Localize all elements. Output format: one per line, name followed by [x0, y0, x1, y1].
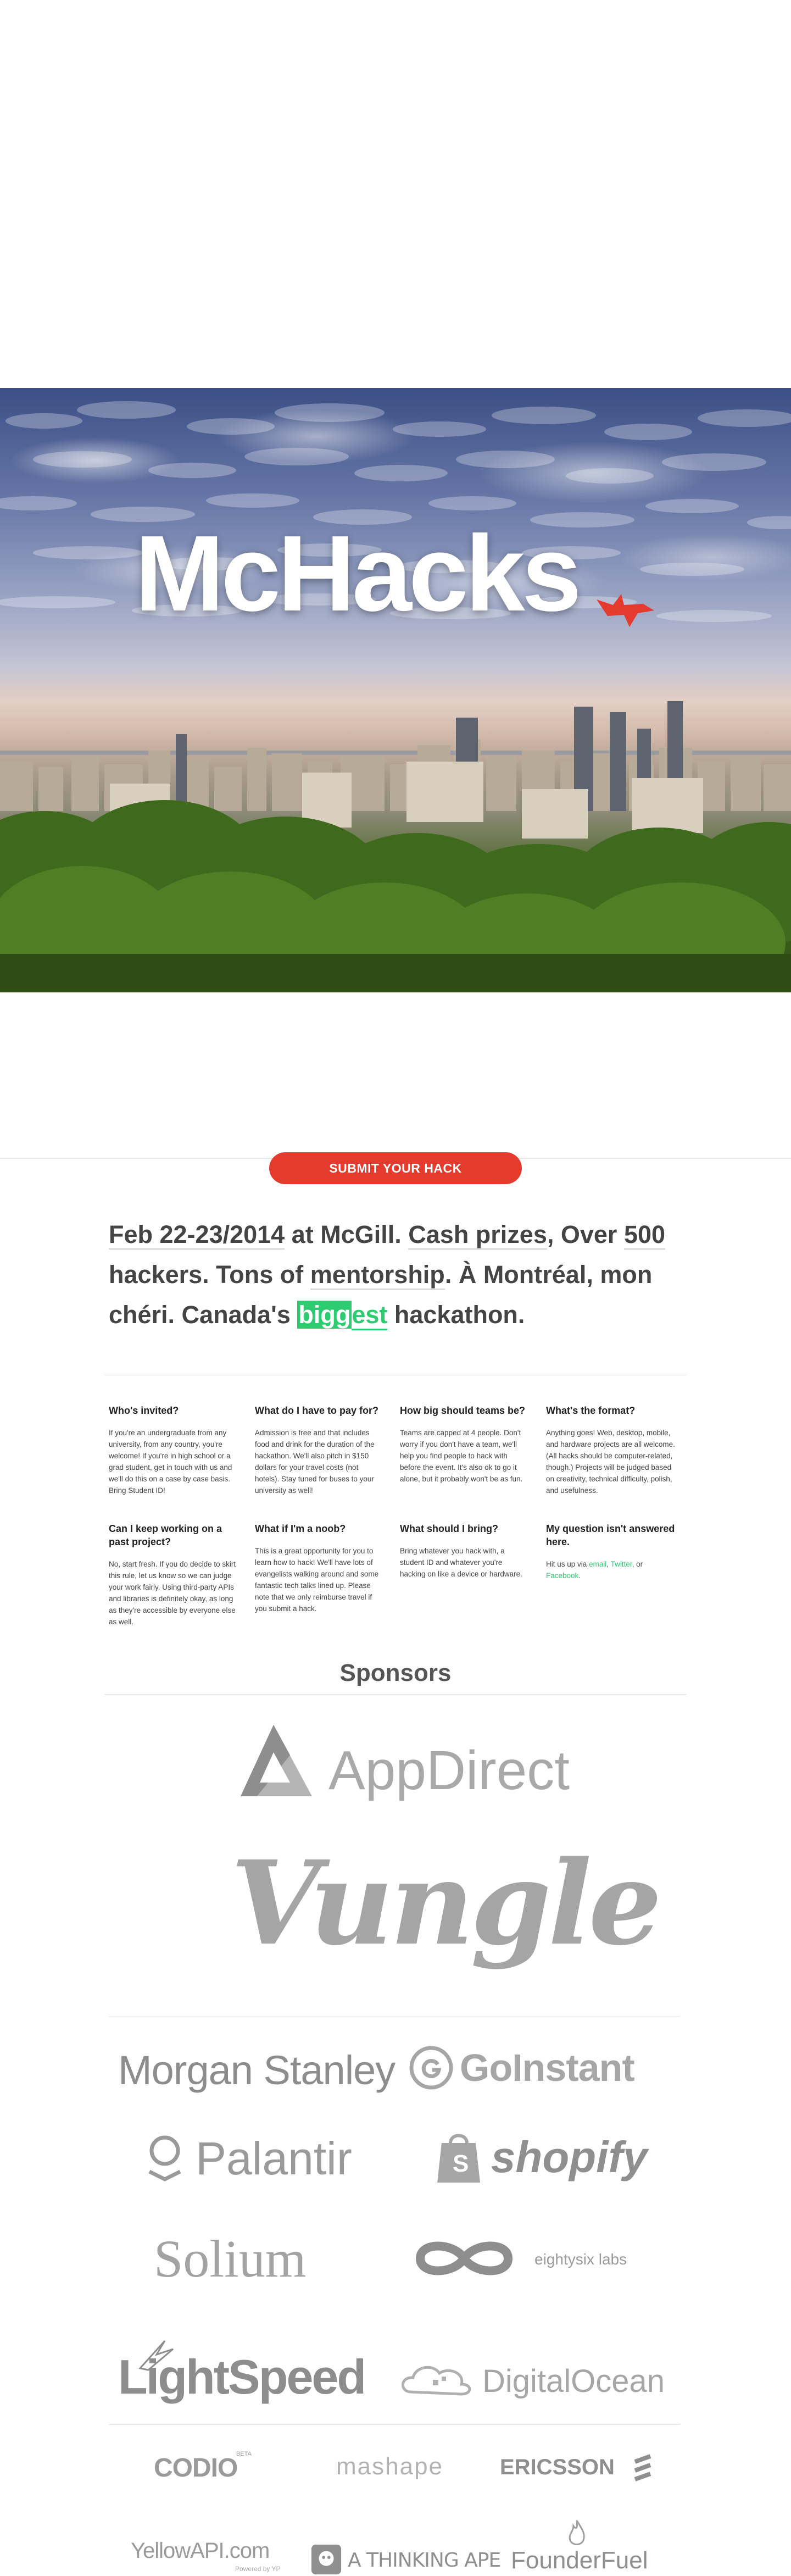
thinking-ape-icon: [311, 2544, 342, 2575]
sponsors-divider: [104, 1694, 687, 1695]
faq-answer: If you're an undergraduate from any univ…: [109, 1429, 232, 1495]
faq-answer: This is a great opportunity for you to l…: [255, 1547, 379, 1613]
sponsor-shopify-logo[interactable]: S shopify: [434, 2127, 654, 2187]
sponsor-solium-logo[interactable]: Solium: [154, 2228, 363, 2289]
faq-answer: Teams are capped at 4 people. Don't worr…: [400, 1429, 523, 1483]
faq-question: My question isn't answered here.: [546, 1523, 675, 1547]
sponsor-founderfuel-name: FounderFuel: [511, 2547, 648, 2574]
faq-question: What's the format?: [546, 1405, 636, 1416]
sponsor-mashape-name: mashape: [336, 2453, 444, 2480]
faq-item: What's the format? Anything goes! Web, d…: [546, 1404, 675, 1496]
faq-answer: Bring whatever you hack with, a student …: [400, 1547, 522, 1578]
shopify-bag-icon: S: [437, 2134, 480, 2183]
faq-item: My question isn't answered here. Hit us …: [546, 1522, 675, 1581]
faq-item: How big should teams be? Teams are cappe…: [400, 1404, 529, 1485]
intro-text-10: hackathon.: [387, 1301, 525, 1329]
sponsor-vungle-name: Vungle: [231, 1835, 662, 1971]
faq-item: Can I keep working on a past project? No…: [109, 1522, 238, 1628]
sponsors-title: Sponsors: [339, 1659, 452, 1686]
sponsor-yellowapi-name: YellowAPI.com: [131, 2539, 270, 2563]
sponsor-morgan-stanley-logo[interactable]: Morgan Stanley: [118, 2044, 396, 2094]
sponsor-appdirect-name: AppDirect: [328, 1740, 570, 1801]
sponsor-eightysix-logo[interactable]: eightysix labs: [409, 2231, 629, 2291]
sponsor-digitalocean-name: DigitalOcean: [482, 2363, 665, 2399]
email-link[interactable]: email: [589, 1560, 606, 1568]
faq-question: Who's invited?: [109, 1405, 179, 1416]
facebook-link[interactable]: Facebook: [546, 1572, 578, 1580]
sponsor-eightysix-name: eightysix labs: [534, 2251, 627, 2268]
faq-question: Can I keep working on a past project?: [109, 1523, 222, 1547]
twitter-link[interactable]: Twitter: [611, 1560, 632, 1568]
faq-answer: Anything goes! Web, desktop, mobile, and…: [546, 1429, 675, 1495]
intro-text: Feb 22-23/2014 at McGill. Cash prizes, O…: [109, 1214, 691, 1335]
intro-biggest-highlight: bigg: [297, 1301, 352, 1329]
intro-text-4: , Over: [547, 1220, 624, 1248]
intro-mentorship: mentorship: [310, 1261, 445, 1290]
intro-date: Feb 22-23/2014: [109, 1220, 285, 1250]
sponsor-thinking-ape-logo[interactable]: A THINKING APE: [310, 2541, 501, 2576]
sponsor-appdirect-logo[interactable]: AppDirect: [230, 1717, 570, 1813]
faq-item: What if I'm a noob? This is a great oppo…: [255, 1522, 384, 1614]
sponsor-lightspeed-name: LightSpeed: [118, 2350, 366, 2404]
sponsor-mashape-logo[interactable]: mashape: [336, 2451, 457, 2489]
intro-cash-prizes: Cash prizes: [408, 1220, 547, 1250]
bird-icon: [597, 594, 654, 627]
intro-text-6: hackers. Tons of: [109, 1261, 310, 1289]
intro-500: 500: [623, 1220, 666, 1250]
faq-question: What if I'm a noob?: [255, 1523, 346, 1534]
sponsor-codio-logo[interactable]: CODIO BETA: [154, 2450, 264, 2488]
appdirect-icon: [241, 1725, 312, 1796]
ericsson-icon: [634, 2454, 651, 2481]
sponsor-goinstant-name: GoInstant: [460, 2046, 635, 2089]
faq-item: What should I bring? Bring whatever you …: [400, 1522, 529, 1580]
faq-question: How big should teams be?: [400, 1405, 526, 1416]
sponsor-ericsson-name: ERICSSON: [500, 2455, 615, 2479]
goinstant-icon: [409, 2046, 453, 2090]
faq-answer: Hit us up via email, Twitter, or Faceboo…: [546, 1558, 675, 1581]
sponsor-lightspeed-logo[interactable]: LightSpeed: [118, 2338, 393, 2404]
sponsor-solium-name: Solium: [154, 2229, 307, 2288]
sponsor-palantir-logo[interactable]: Palantir: [143, 2127, 374, 2187]
faq-question: What should I bring?: [400, 1523, 498, 1534]
faq-answer-end: .: [578, 1572, 581, 1580]
sponsor-digitalocean-logo[interactable]: DigitalOcean: [400, 2357, 675, 2401]
hero-banner: McHacks: [0, 388, 791, 992]
faq-answer-text: Hit us up via: [546, 1560, 589, 1568]
faq-answer: Admission is free and that includes food…: [255, 1429, 375, 1495]
intro-biggest-suffix: est: [352, 1301, 388, 1330]
faq-question: What do I have to pay for?: [255, 1405, 379, 1416]
faq-answer: No, start fresh. If you do decide to ski…: [109, 1560, 236, 1626]
city-skyline: [0, 701, 791, 992]
sponsor-codio-name: CODIO: [154, 2453, 238, 2483]
flame-icon: [569, 2520, 585, 2545]
faq-answer-sep: , or: [632, 1560, 643, 1568]
sponsors-tier-divider: [109, 2424, 680, 2425]
palantir-icon: [148, 2135, 181, 2181]
faq-item: Who's invited? If you're an undergraduat…: [109, 1404, 238, 1496]
submit-hack-button[interactable]: SUBMIT YOUR HACK: [269, 1152, 522, 1184]
sponsor-ericsson-logo[interactable]: ERICSSON: [500, 2450, 665, 2488]
svg-text:S: S: [453, 2150, 469, 2177]
sponsor-shopify-name: shopify: [491, 2133, 648, 2181]
sponsor-yellowapi-sub: Powered by YP: [235, 2565, 281, 2573]
faq-item: What do I have to pay for? Admission is …: [255, 1404, 384, 1496]
infinity-icon: [415, 2241, 513, 2275]
sponsor-goinstant-logo[interactable]: GoInstant: [409, 2041, 667, 2091]
sponsor-thinking-ape-name: A THINKING APE: [348, 2549, 501, 2572]
digitalocean-cloud-icon: [402, 2366, 471, 2396]
sponsor-palantir-name: Palantir: [196, 2133, 352, 2184]
sponsor-codio-beta: BETA: [236, 2451, 252, 2457]
sponsor-vungle-logo[interactable]: Vungle: [225, 1835, 662, 2000]
hero-title: McHacks: [135, 513, 582, 634]
sponsor-founderfuel-logo[interactable]: FounderFuel: [511, 2519, 654, 2576]
sponsor-morgan-stanley-name: Morgan Stanley: [118, 2047, 396, 2093]
intro-text-2: at McGill.: [285, 1220, 409, 1248]
faq-answer-sep: ,: [606, 1560, 611, 1568]
sponsor-yellowapi-logo[interactable]: YellowAPI.com Powered by YP: [131, 2538, 296, 2576]
